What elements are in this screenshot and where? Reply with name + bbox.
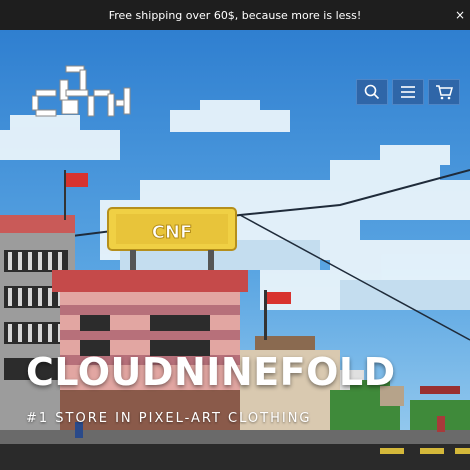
search-button[interactable]: [356, 79, 388, 105]
billboard-text: CNF: [152, 222, 193, 243]
hero-banner: CNF CLOUDNINEFOLD #1 STORE IN PIXEL-ART …: [0, 30, 470, 470]
menu-icon: [401, 86, 415, 98]
menu-button[interactable]: [392, 79, 424, 105]
announcement-bar: Free shipping over 60$, because more is …: [0, 0, 470, 30]
cart-icon: [436, 85, 453, 100]
header-actions: [356, 79, 460, 105]
search-icon: [364, 84, 380, 100]
cart-button[interactable]: [428, 79, 460, 105]
announcement-text: Free shipping over 60$, because more is …: [108, 8, 362, 22]
hero-subtitle: #1 STORE IN PIXEL-ART CLOTHING: [26, 411, 312, 426]
close-icon[interactable]: ×: [454, 8, 466, 22]
cloudninefold-logo[interactable]: [32, 60, 132, 120]
hero-title: CLOUDNINEFOLD: [26, 350, 396, 394]
